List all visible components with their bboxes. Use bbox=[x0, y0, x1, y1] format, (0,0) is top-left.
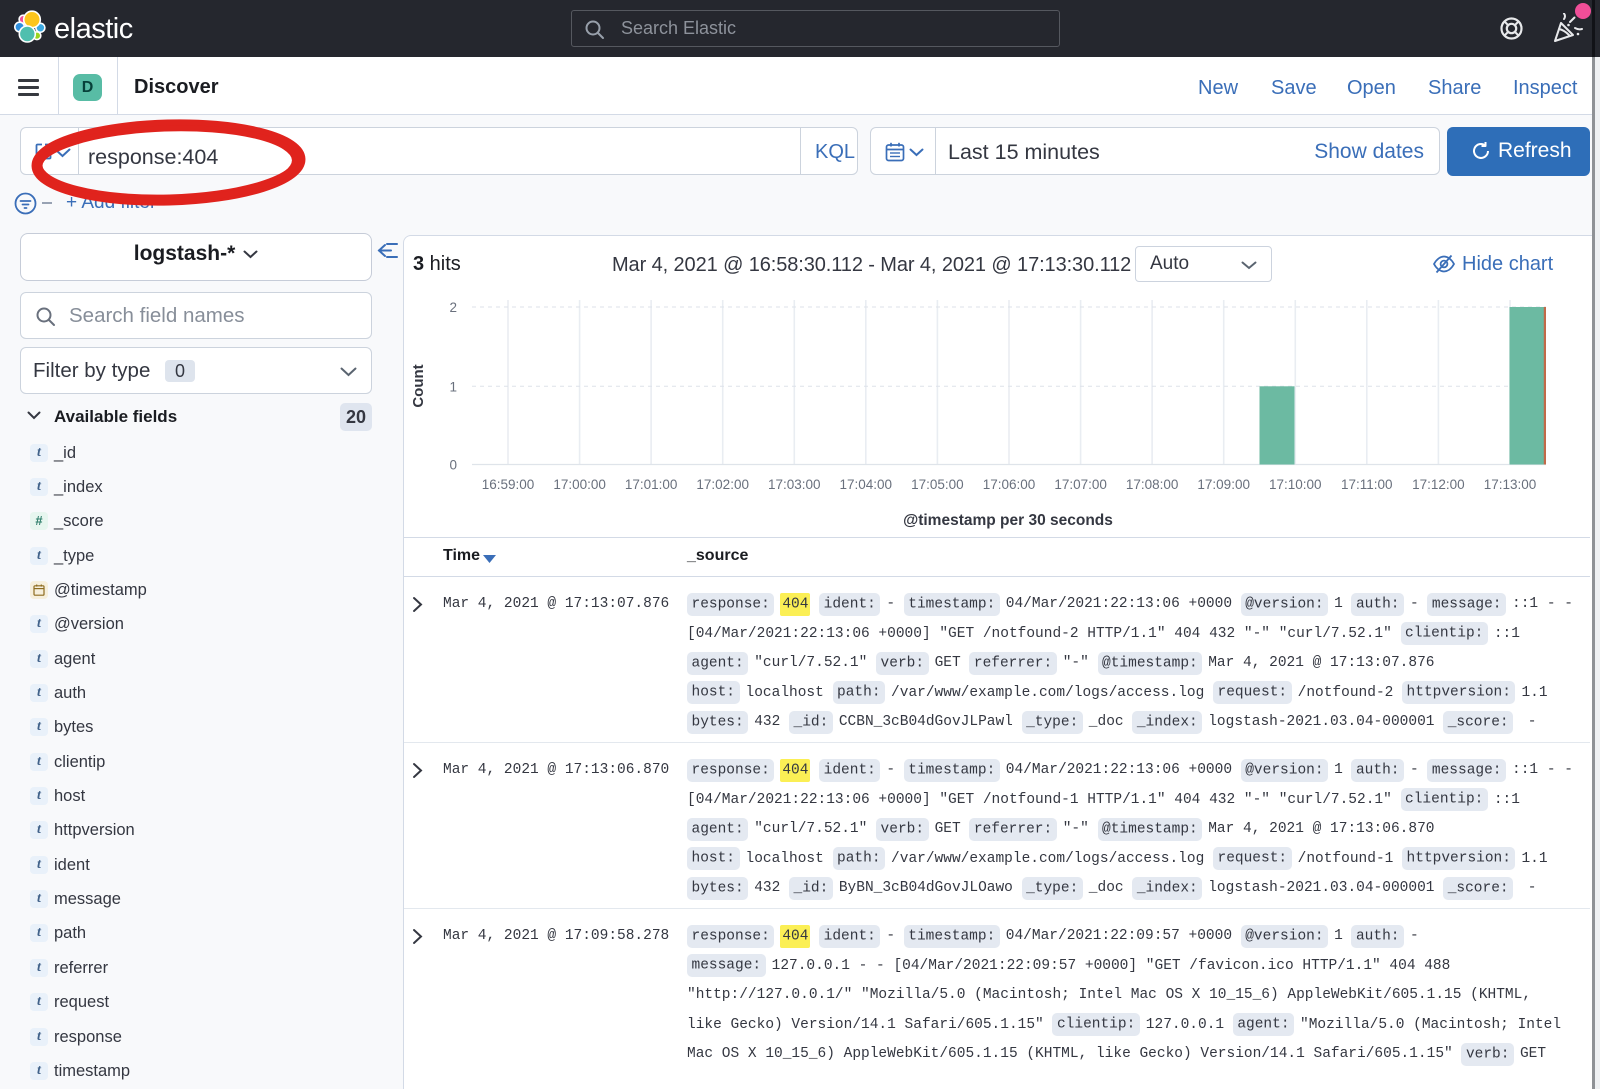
svg-text:Count: Count bbox=[410, 364, 427, 407]
svg-text:17:09:00: 17:09:00 bbox=[1197, 477, 1250, 492]
svg-text:1: 1 bbox=[449, 379, 457, 394]
svg-text:17:03:00: 17:03:00 bbox=[768, 477, 821, 492]
svg-text:17:13:00: 17:13:00 bbox=[1484, 477, 1537, 492]
svg-text:@timestamp per 30 seconds: @timestamp per 30 seconds bbox=[903, 512, 1113, 529]
svg-text:17:06:00: 17:06:00 bbox=[983, 477, 1036, 492]
svg-text:17:10:00: 17:10:00 bbox=[1269, 477, 1322, 492]
svg-text:0: 0 bbox=[449, 458, 457, 473]
svg-text:17:04:00: 17:04:00 bbox=[840, 477, 893, 492]
svg-text:17:02:00: 17:02:00 bbox=[696, 477, 749, 492]
svg-text:17:11:00: 17:11:00 bbox=[1341, 477, 1393, 492]
svg-text:17:08:00: 17:08:00 bbox=[1126, 477, 1179, 492]
svg-text:17:07:00: 17:07:00 bbox=[1054, 477, 1107, 492]
svg-text:17:01:00: 17:01:00 bbox=[625, 477, 678, 492]
svg-text:17:12:00: 17:12:00 bbox=[1412, 477, 1465, 492]
svg-text:17:00:00: 17:00:00 bbox=[553, 477, 606, 492]
svg-text:16:59:00: 16:59:00 bbox=[482, 477, 535, 492]
svg-text:17:05:00: 17:05:00 bbox=[911, 477, 964, 492]
svg-text:2: 2 bbox=[449, 300, 457, 315]
